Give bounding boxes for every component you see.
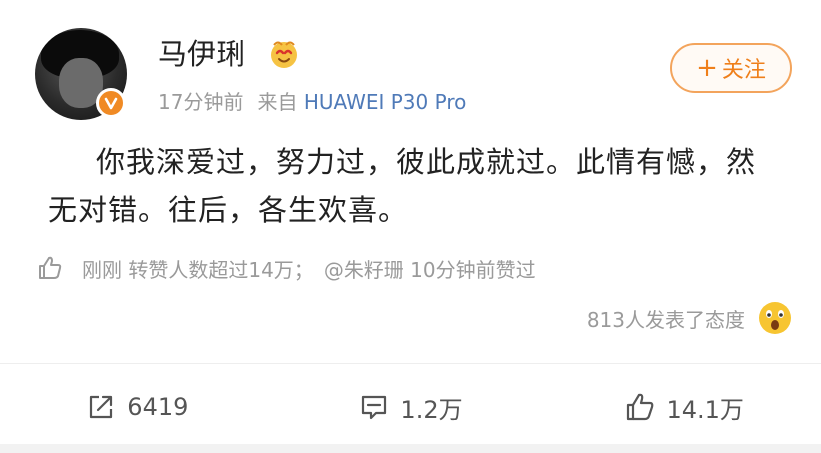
like-icon <box>627 393 654 421</box>
comment-count: 1.2万 <box>400 395 463 424</box>
comment-button[interactable]: 1.2万 <box>274 372 548 442</box>
weibo-post-card: 马伊琍 17分钟前 来自 HUAWEI P30 Pro + 关注 你我深爱过，努力… <box>0 0 821 453</box>
follow-button[interactable]: + 关注 <box>670 43 792 93</box>
post-text: 你我深爱过，努力过，彼此成就过。此情有憾，然无对错。往后，各生欢喜。 <box>48 145 757 227</box>
like-info-text: 刚刚 转赞人数超过14万； <box>82 257 314 282</box>
bottom-separator <box>0 444 821 453</box>
action-bar: 6419 1.2万 14.1万 <box>0 372 821 442</box>
repost-count: 6419 <box>127 393 189 421</box>
attitude-text: 813人发表了态度 <box>586 307 745 332</box>
member-badge-icon <box>271 41 297 68</box>
source-prefix: 来自 <box>257 90 298 114</box>
repost-icon <box>90 395 113 419</box>
plus-icon: + <box>696 53 718 83</box>
like-info-row: 刚刚 转赞人数超过14万； @朱籽珊 10分钟前赞过 <box>36 253 536 283</box>
thumb-up-icon <box>39 256 62 279</box>
repost-button[interactable]: 6419 <box>0 372 274 442</box>
like-info-mention[interactable]: @朱籽珊 10分钟前赞过 <box>324 254 536 283</box>
surprised-face-emoji <box>759 302 791 334</box>
comment-icon <box>362 395 387 420</box>
like-button[interactable]: 14.1万 <box>547 372 821 442</box>
post-meta: 17分钟前 来自 HUAWEI P30 Pro <box>158 89 466 115</box>
post-time: 17分钟前 <box>158 90 244 114</box>
source-device[interactable]: HUAWEI P30 Pro <box>304 90 467 114</box>
divider <box>0 363 821 364</box>
follow-label: 关注 <box>721 58 766 83</box>
author-name[interactable]: 马伊琍 <box>158 36 245 72</box>
like-count: 14.1万 <box>666 395 744 424</box>
attitude-row[interactable]: 813人发表了态度 <box>587 298 793 338</box>
verified-v-icon <box>96 88 126 118</box>
